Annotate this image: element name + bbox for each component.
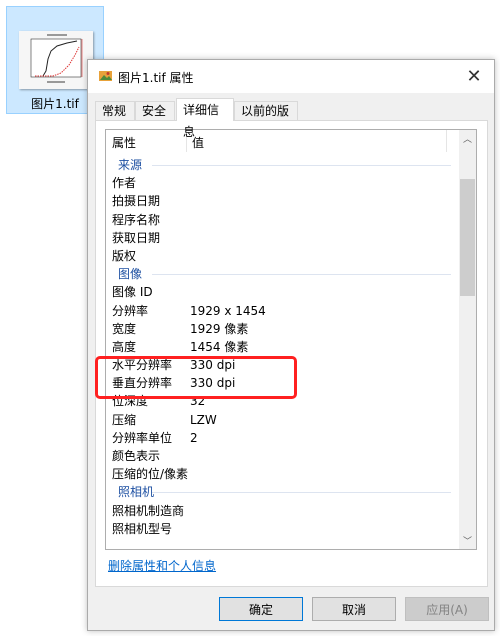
group-label: 图像: [118, 267, 143, 282]
tab-general[interactable]: 常规: [95, 101, 135, 120]
property-name: 版权: [112, 248, 137, 263]
property-row[interactable]: 拍摄日期: [106, 192, 459, 210]
properties-list: 属性 值 来源作者拍摄日期程序名称获取日期版权图像图像 ID 分辨率 1929 x …: [105, 129, 477, 550]
property-name: 图像 ID: [112, 285, 153, 300]
group-label: 来源: [118, 158, 143, 172]
property-row[interactable]: 水平分辨率 330 dpi: [106, 356, 459, 374]
chevron-up-icon: ︿: [462, 135, 472, 145]
property-row[interactable]: 版权: [106, 247, 459, 265]
tab-details[interactable]: 详细信息: [176, 98, 234, 139]
property-value: 2: [190, 430, 198, 445]
tab-security[interactable]: 安全: [135, 101, 175, 120]
group-divider: [152, 492, 451, 494]
title-bar[interactable]: 图片1.tif 属性 ✕: [88, 60, 494, 93]
property-name: 高度: [112, 339, 137, 354]
property-name: 分辨率单位: [112, 430, 173, 445]
property-name: 照相机型号: [112, 521, 173, 536]
list-header: 属性 值: [106, 130, 459, 152]
group-divider: [152, 274, 451, 276]
property-row[interactable]: 图像 ID: [106, 283, 459, 301]
property-row[interactable]: 压缩的位/像素: [106, 465, 459, 483]
property-name: 压缩的位/像素: [112, 467, 189, 482]
property-row[interactable]: 垂直分辨率 330 dpi: [106, 374, 459, 392]
property-name: 宽度: [112, 321, 137, 336]
property-name: 作者: [112, 176, 137, 191]
property-row[interactable]: 作者: [106, 174, 459, 192]
property-value: 1929 像素: [190, 321, 249, 336]
property-row[interactable]: 分辨率 1929 x 1454: [106, 302, 459, 320]
group-label: 照相机: [118, 485, 155, 500]
property-row[interactable]: 照相机型号: [106, 520, 459, 538]
ok-button[interactable]: 确定: [219, 597, 303, 621]
image-file-icon: [99, 71, 112, 81]
property-row[interactable]: 颜色表示: [106, 447, 459, 465]
property-name: 位深度: [112, 394, 149, 409]
file-thumbnail: [19, 31, 93, 89]
properties-dialog: 图片1.tif 属性 ✕ 常规 安全 详细信息 以前的版本 属性 值 来源作者拍…: [87, 59, 495, 631]
close-icon: ✕: [466, 66, 482, 87]
chart-thumbnail-icon: [30, 34, 83, 83]
property-row[interactable]: 位深度 32: [106, 392, 459, 410]
property-name: 垂直分辨率: [112, 376, 173, 391]
property-row[interactable]: 压缩 LZW: [106, 411, 459, 429]
property-name: 拍摄日期: [112, 194, 161, 209]
property-name: 程序名称: [112, 212, 161, 227]
remove-properties-link[interactable]: 删除属性和个人信息: [108, 557, 216, 574]
property-value: LZW: [190, 412, 217, 427]
column-header-property[interactable]: 属性: [112, 134, 136, 151]
close-button[interactable]: ✕: [454, 60, 494, 93]
vertical-scrollbar[interactable]: ︿ ﹀: [459, 130, 476, 549]
property-name: 分辨率: [112, 303, 149, 318]
cancel-button[interactable]: 取消: [312, 597, 396, 621]
group-divider: [152, 165, 451, 166]
property-row[interactable]: 程序名称: [106, 211, 459, 229]
apply-button[interactable]: 应用(A): [405, 597, 489, 621]
property-name: 照相机制造商: [112, 503, 185, 518]
property-value: 1454 像素: [190, 339, 249, 354]
group-header[interactable]: 图像: [106, 265, 459, 283]
property-row[interactable]: 获取日期: [106, 229, 459, 247]
property-row[interactable]: 照相机制造商: [106, 502, 459, 520]
group-header[interactable]: 照相机: [106, 483, 459, 501]
property-row[interactable]: 宽度 1929 像素: [106, 320, 459, 338]
property-name: 颜色表示: [112, 449, 161, 463]
details-panel: 属性 值 来源作者拍摄日期程序名称获取日期版权图像图像 ID 分辨率 1929 x …: [95, 120, 488, 587]
property-row[interactable]: 高度 1454 像素: [106, 338, 459, 356]
property-row[interactable]: 分辨率单位 2: [106, 429, 459, 447]
tab-previous-versions[interactable]: 以前的版本: [234, 101, 298, 137]
column-divider[interactable]: [446, 130, 447, 152]
property-rows: 来源作者拍摄日期程序名称获取日期版权图像图像 ID 分辨率 1929 x 1454 宽…: [106, 156, 459, 538]
property-name: 压缩: [112, 412, 137, 427]
scroll-down-button[interactable]: ﹀: [459, 532, 476, 549]
scrollbar-thumb[interactable]: [460, 179, 475, 296]
scroll-up-button[interactable]: ︿: [459, 130, 476, 147]
group-header[interactable]: 来源: [106, 156, 459, 174]
property-name: 水平分辨率: [112, 358, 173, 373]
property-value: 1929 x 1454: [190, 303, 266, 318]
property-value: 32: [190, 394, 206, 409]
property-value: 330 dpi: [190, 376, 236, 391]
property-name: 获取日期: [112, 230, 161, 245]
chevron-down-icon: ﹀: [462, 537, 472, 547]
property-value: 330 dpi: [190, 358, 236, 373]
dialog-title: 图片1.tif 属性: [118, 71, 194, 85]
